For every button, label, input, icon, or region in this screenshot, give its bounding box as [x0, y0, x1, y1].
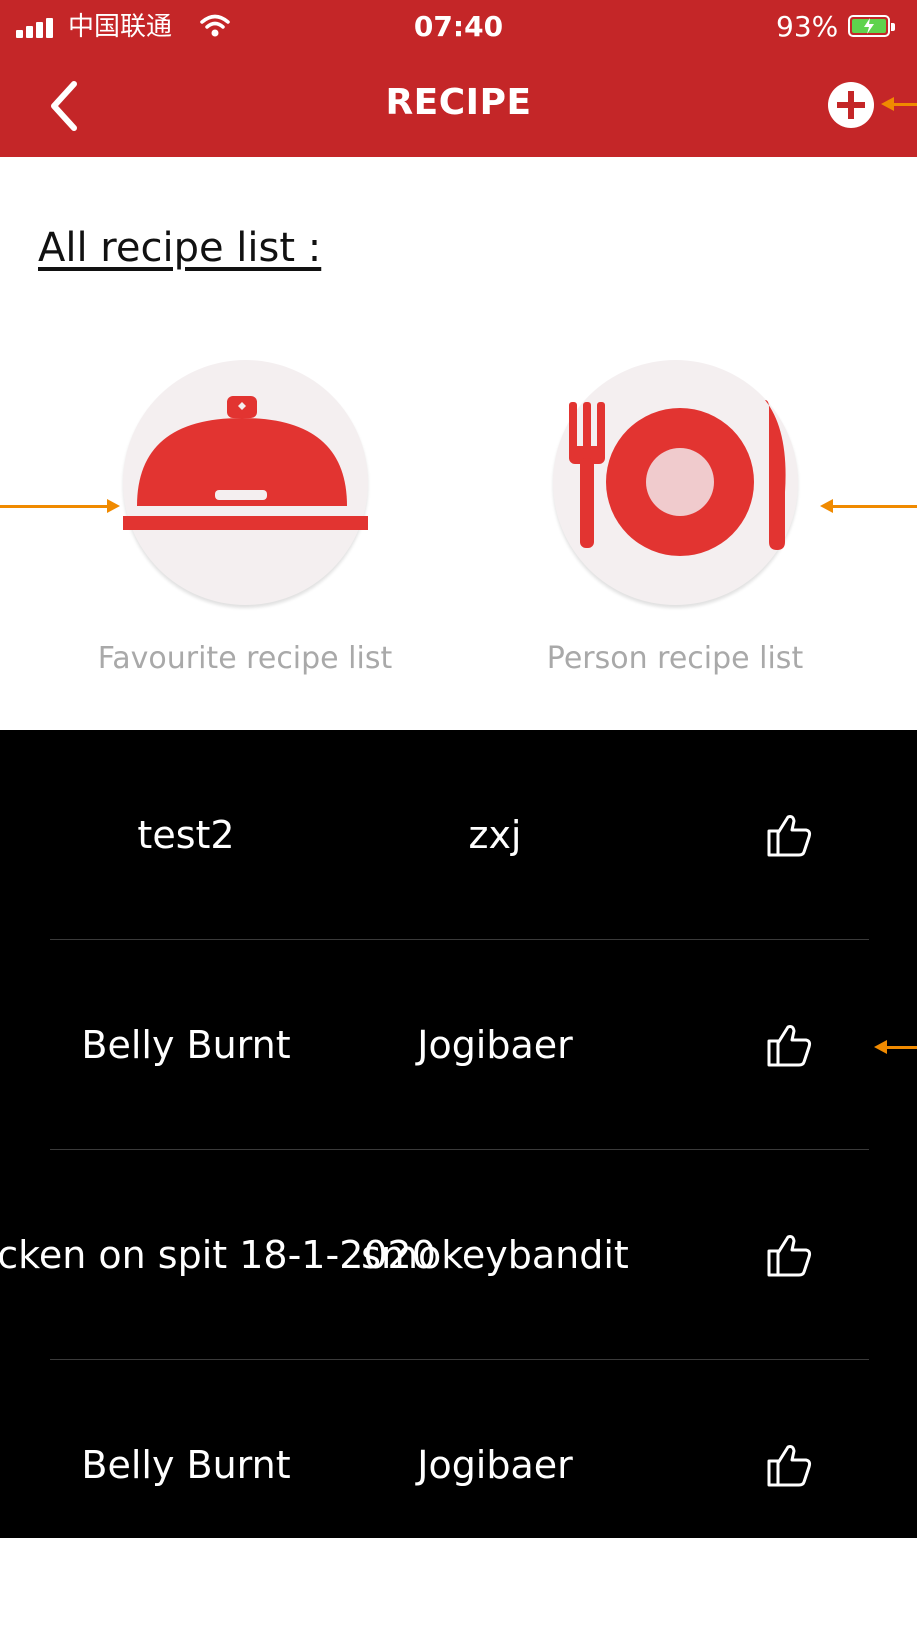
battery-percentage: 93% — [776, 10, 839, 43]
recipe-author: Jogibaer — [417, 1023, 573, 1067]
annotation-arrow-favourite — [0, 499, 120, 513]
thumbs-up-icon[interactable] — [765, 1231, 813, 1279]
thumbs-up-icon[interactable] — [765, 1441, 813, 1489]
recipe-name: test2 — [137, 813, 235, 857]
recipe-row[interactable]: Belly Burnt Jogibaer — [0, 940, 917, 1150]
page-title: RECIPE — [385, 82, 532, 123]
cloche-icon — [122, 396, 368, 530]
thumbs-up-icon[interactable] — [765, 811, 813, 859]
recipe-author: zxj — [468, 813, 522, 857]
person-recipe-list-button[interactable]: Person recipe list — [525, 360, 825, 676]
add-recipe-plus-icon[interactable] — [828, 82, 874, 128]
recipe-name: Belly Burnt — [81, 1443, 291, 1487]
favourite-recipe-list-button[interactable]: Favourite recipe list — [95, 360, 395, 676]
annotation-arrow-person — [820, 499, 917, 513]
header-bar: 中国联通 07:40 93% RECIPE — [0, 0, 917, 157]
section-title: All recipe list : — [38, 225, 322, 271]
recipe-author: Jogibaer — [417, 1443, 573, 1487]
thumbs-up-icon[interactable] — [765, 1021, 813, 1069]
recipe-row[interactable]: Chicken on spit 18-1-2020 smokeybandit — [0, 1150, 917, 1360]
battery-icon — [848, 15, 895, 37]
recipe-name: Belly Burnt — [81, 1023, 291, 1067]
recipe-row[interactable]: Belly Burnt Jogibaer — [0, 1360, 917, 1538]
person-circle — [552, 360, 798, 605]
navigation-bar: RECIPE — [0, 54, 917, 157]
recipe-screen: 中国联通 07:40 93% RECIPE All recipe list : — [0, 0, 917, 1632]
favourite-recipe-list-label: Favourite recipe list — [97, 641, 393, 676]
recipe-row[interactable]: test2 zxj — [0, 730, 917, 940]
person-recipe-list-label: Person recipe list — [546, 641, 804, 676]
annotation-arrow-like — [874, 1040, 917, 1054]
favourite-circle — [122, 360, 368, 605]
status-bar: 中国联通 07:40 93% — [0, 0, 917, 54]
annotation-arrow-add — [881, 97, 917, 111]
plate-cutlery-icon — [568, 400, 786, 556]
recipe-author: smokeybandit — [361, 1233, 629, 1277]
recipe-list: test2 zxj Belly Burnt Jogibaer Chicken o… — [0, 730, 917, 1538]
